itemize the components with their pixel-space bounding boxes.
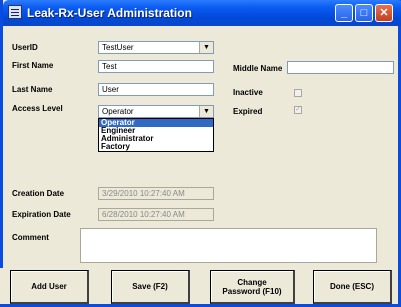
close-icon: ✕ (379, 7, 389, 19)
change-password-line1: Change (237, 277, 267, 287)
inactive-checkbox[interactable] (294, 89, 302, 97)
userid-value: TestUser (102, 43, 134, 52)
minimize-button[interactable]: _ (335, 4, 353, 22)
chevron-down-icon[interactable]: ▼ (199, 42, 213, 53)
access-level-label: Access Level (12, 104, 63, 113)
expired-checkbox[interactable]: ✓ (294, 106, 302, 114)
expiration-date-label: Expiration Date (12, 210, 71, 219)
maximize-button[interactable]: □ (355, 4, 373, 22)
comment-label: Comment (12, 233, 49, 242)
access-level-dropdown: Operator Engineer Administrator Factory (98, 118, 214, 152)
last-name-label: Last Name (12, 85, 53, 94)
add-user-button[interactable]: Add User (10, 270, 89, 304)
minimize-icon: _ (340, 7, 348, 19)
first-name-label: First Name (12, 61, 54, 70)
access-level-combo[interactable]: Operator ▼ (98, 105, 214, 118)
change-password-line2: Password (F10) (222, 286, 282, 296)
save-button[interactable]: Save (F2) (111, 270, 190, 304)
last-name-field[interactable]: User (98, 83, 214, 96)
middle-name-label: Middle Name (233, 64, 283, 73)
maximize-icon: □ (360, 7, 368, 19)
expiration-date-field: 6/28/2010 10:27:40 AM (98, 208, 214, 221)
close-button[interactable]: ✕ (375, 4, 393, 22)
expired-label: Expired (233, 107, 263, 116)
inactive-label: Inactive (233, 88, 263, 97)
change-password-button[interactable]: Change Password (F10) (210, 270, 295, 304)
middle-name-field[interactable] (287, 61, 394, 74)
done-button[interactable]: Done (ESC) (313, 270, 392, 304)
comment-textarea[interactable] (80, 228, 377, 263)
checkmark-icon: ✓ (295, 106, 301, 113)
first-name-field[interactable]: Test (98, 60, 214, 73)
chevron-down-icon[interactable]: ▼ (199, 106, 213, 117)
window-title: Leak-Rx-User Administration (27, 6, 192, 20)
dropdown-option[interactable]: Factory (99, 143, 213, 151)
userid-combo[interactable]: TestUser ▼ (98, 41, 214, 54)
creation-date-field: 3/29/2010 10:27:40 AM (98, 187, 214, 200)
userid-label: UserID (12, 43, 38, 52)
creation-date-label: Creation Date (12, 189, 65, 198)
access-level-value: Operator (102, 107, 134, 116)
title-bar[interactable]: Leak-Rx-User Administration _ □ ✕ (3, 0, 401, 26)
app-icon (8, 5, 22, 19)
